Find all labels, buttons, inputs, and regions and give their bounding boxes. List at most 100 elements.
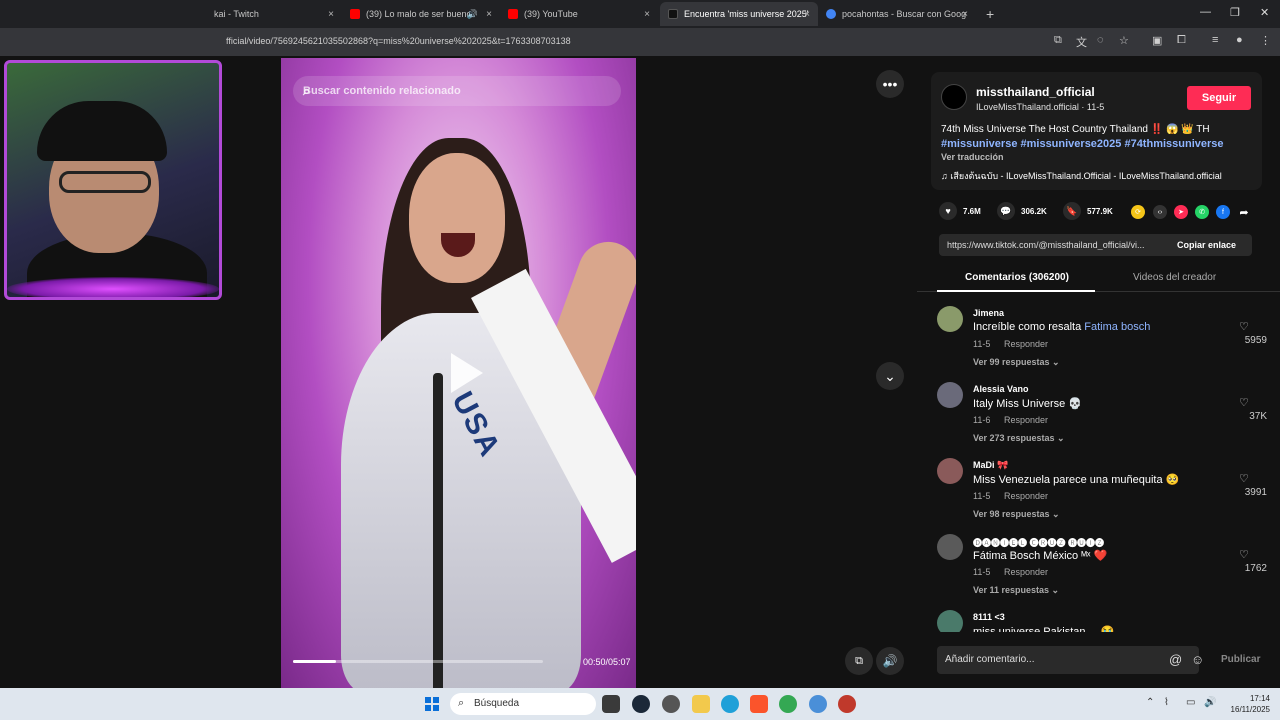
speaker-icon[interactable]: 🔊 <box>467 9 478 20</box>
search-icon[interactable]: ⌕ <box>303 83 609 99</box>
file-explorer-icon[interactable] <box>692 695 710 713</box>
extension-icon[interactable]: ▣ <box>1152 34 1162 47</box>
chrome-active-icon[interactable] <box>809 695 827 713</box>
translate-icon[interactable]: 文 <box>1076 34 1087 50</box>
reply-button[interactable]: Responder <box>1004 415 1048 425</box>
close-icon[interactable]: × <box>962 9 968 20</box>
tab-creator-videos[interactable]: Videos del creador <box>1133 272 1216 283</box>
tab-youtube[interactable]: (39) YouTube × <box>500 2 658 26</box>
related-search-input[interactable]: Buscar contenido relacionado ⌕ <box>293 76 621 106</box>
comment-search-link[interactable]: Fatima bosch <box>1084 321 1150 333</box>
app-icon[interactable] <box>838 695 856 713</box>
commenter-name[interactable]: 8111 <3 <box>973 612 1005 622</box>
commenter-name[interactable]: Jimena <box>973 308 1004 318</box>
view-replies-button[interactable]: Ver 273 respuestas ⌄ <box>973 433 1065 444</box>
view-replies-button[interactable]: Ver 98 respuestas ⌄ <box>973 509 1060 520</box>
comment-heart-icon[interactable]: ♡ <box>1239 320 1249 333</box>
close-window-icon[interactable]: ✕ <box>1260 6 1269 19</box>
repost-icon[interactable]: ⟳ <box>1131 205 1145 219</box>
send-icon[interactable]: ➤ <box>1174 205 1188 219</box>
embed-icon[interactable]: ‹› <box>1153 205 1167 219</box>
author-avatar[interactable] <box>941 84 967 110</box>
emoji-icon[interactable]: ☺ <box>1191 652 1204 667</box>
restore-icon[interactable]: ❐ <box>1230 6 1240 19</box>
comment-like-count: 5959 <box>1244 335 1267 346</box>
commenter-avatar[interactable] <box>937 382 963 408</box>
close-icon[interactable]: × <box>804 9 810 20</box>
music-link[interactable]: ♫ เสียงต้นฉบับ - ILoveMissThailand.Offic… <box>941 169 1222 183</box>
share-icon[interactable]: ➦ <box>1237 205 1251 219</box>
brave-icon[interactable] <box>750 695 768 713</box>
see-translation-link[interactable]: Ver traducción <box>941 152 1004 162</box>
view-replies-button[interactable]: Ver 11 respuestas ⌄ <box>973 585 1059 596</box>
comment-heart-icon[interactable]: ♡ <box>1239 472 1249 485</box>
video-progress-bar[interactable] <box>293 660 543 663</box>
minimize-icon[interactable]: — <box>1200 6 1211 18</box>
comment-heart-icon[interactable]: ♡ <box>1239 396 1249 409</box>
save-button[interactable]: 🔖 577.9K <box>1063 202 1113 220</box>
close-icon[interactable]: × <box>328 9 334 20</box>
bookmark-star-icon[interactable]: ☆ <box>1119 34 1129 47</box>
copy-link-button[interactable]: Copiar enlace <box>1177 240 1236 250</box>
close-icon[interactable]: × <box>644 9 650 20</box>
comment-button[interactable]: 💬 306.2K <box>997 202 1047 220</box>
chrome-icon[interactable] <box>779 695 797 713</box>
menu-icon[interactable]: ⋮ <box>1260 34 1271 47</box>
task-view-icon[interactable] <box>602 695 620 713</box>
commenter-name[interactable]: MaDi 🎀 <box>973 460 1008 471</box>
play-icon[interactable] <box>451 353 483 393</box>
comment-heart-icon[interactable]: ♡ <box>1239 548 1249 561</box>
eye-off-icon[interactable]: ◌ <box>1097 34 1104 46</box>
author-username[interactable]: missthailand_official <box>976 85 1095 99</box>
cast-icon[interactable]: ⧉ <box>1054 34 1062 47</box>
commenter-avatar[interactable] <box>937 534 963 560</box>
share-link-url[interactable]: https://www.tiktok.com/@missthailand_off… <box>947 240 1165 250</box>
publish-button[interactable]: Publicar <box>1221 654 1260 665</box>
close-icon[interactable]: × <box>486 9 492 20</box>
chevron-down-icon[interactable]: ⌄ <box>876 362 904 390</box>
like-button[interactable]: ♥ 7.6M <box>939 202 981 220</box>
taskbar-clock[interactable]: 17:14 16/11/2025 <box>1220 693 1270 715</box>
url-field[interactable]: fficial/video/7569245621035502868?q=miss… <box>226 36 571 46</box>
headset-icon[interactable] <box>662 695 680 713</box>
commenter-avatar[interactable] <box>937 610 963 632</box>
commenter-name[interactable]: 🅓🅐🅝🅘🅔🅛 🅒🅡🅤🅩 🅡🅤🅘🅩 <box>973 536 1104 549</box>
reply-button[interactable]: Responder <box>1004 491 1048 501</box>
volume-icon[interactable]: 🔊 <box>1204 697 1216 708</box>
steam-icon[interactable] <box>632 695 650 713</box>
volume-icon[interactable]: 🔊 <box>876 647 904 675</box>
video-player[interactable]: USA Buscar contenido relacionado ⌕ 00:50… <box>281 58 636 688</box>
author-subname[interactable]: ILoveMissThailand.official · 11-5 <box>976 102 1104 112</box>
taskbar-search[interactable]: ⌕ Búsqueda <box>450 693 596 715</box>
add-comment-input[interactable]: Añadir comentario... @ ☺ <box>937 646 1204 674</box>
tab-twitch[interactable]: kai - Twitch × <box>206 2 342 26</box>
commenter-name[interactable]: Alessia Vano <box>973 384 1029 394</box>
media-icon[interactable]: ≡ <box>1212 34 1218 46</box>
mention-icon[interactable]: @ <box>1169 652 1182 667</box>
follow-button[interactable]: Seguir <box>1187 86 1251 110</box>
post-hashtags[interactable]: #missuniverse #missuniverse2025 #74thmis… <box>941 138 1224 150</box>
tab-comments[interactable]: Comentarios (306200) <box>965 272 1069 283</box>
display-icon[interactable]: ▭ <box>1186 697 1195 708</box>
view-replies-button[interactable]: Ver 99 respuestas ⌄ <box>973 357 1060 368</box>
network-icon[interactable]: ⌇ <box>1164 697 1169 708</box>
chevron-up-icon[interactable]: ⌃ <box>1146 697 1154 708</box>
tab-tiktok[interactable]: Encuentra 'miss universe 2025' × <box>660 2 818 26</box>
facebook-icon[interactable]: f <box>1216 205 1230 219</box>
tab-google[interactable]: pocahontas - Buscar con Goog × <box>818 2 976 26</box>
puzzle-icon[interactable]: ⧠ <box>1177 34 1186 47</box>
new-tab-button[interactable]: + <box>978 2 1002 26</box>
reply-button[interactable]: Responder <box>1004 567 1048 577</box>
floating-player-icon[interactable]: ⧉ <box>845 647 873 675</box>
comment-like-count: 3991 <box>1244 487 1267 498</box>
whatsapp-icon[interactable]: ✆ <box>1195 205 1209 219</box>
reply-button[interactable]: Responder <box>1004 339 1048 349</box>
comment-item: Jimena Increíble como resalta Fatima bosc… <box>937 306 1267 376</box>
tab-youtube-song[interactable]: (39) Lo malo de ser bueno 🔊 × <box>342 2 500 26</box>
windows-start-icon[interactable] <box>425 697 439 711</box>
edge-icon[interactable] <box>721 695 739 713</box>
commenter-avatar[interactable] <box>937 458 963 484</box>
profile-icon[interactable]: ● <box>1236 34 1243 46</box>
more-options-icon[interactable]: ••• <box>876 70 904 98</box>
commenter-avatar[interactable] <box>937 306 963 332</box>
